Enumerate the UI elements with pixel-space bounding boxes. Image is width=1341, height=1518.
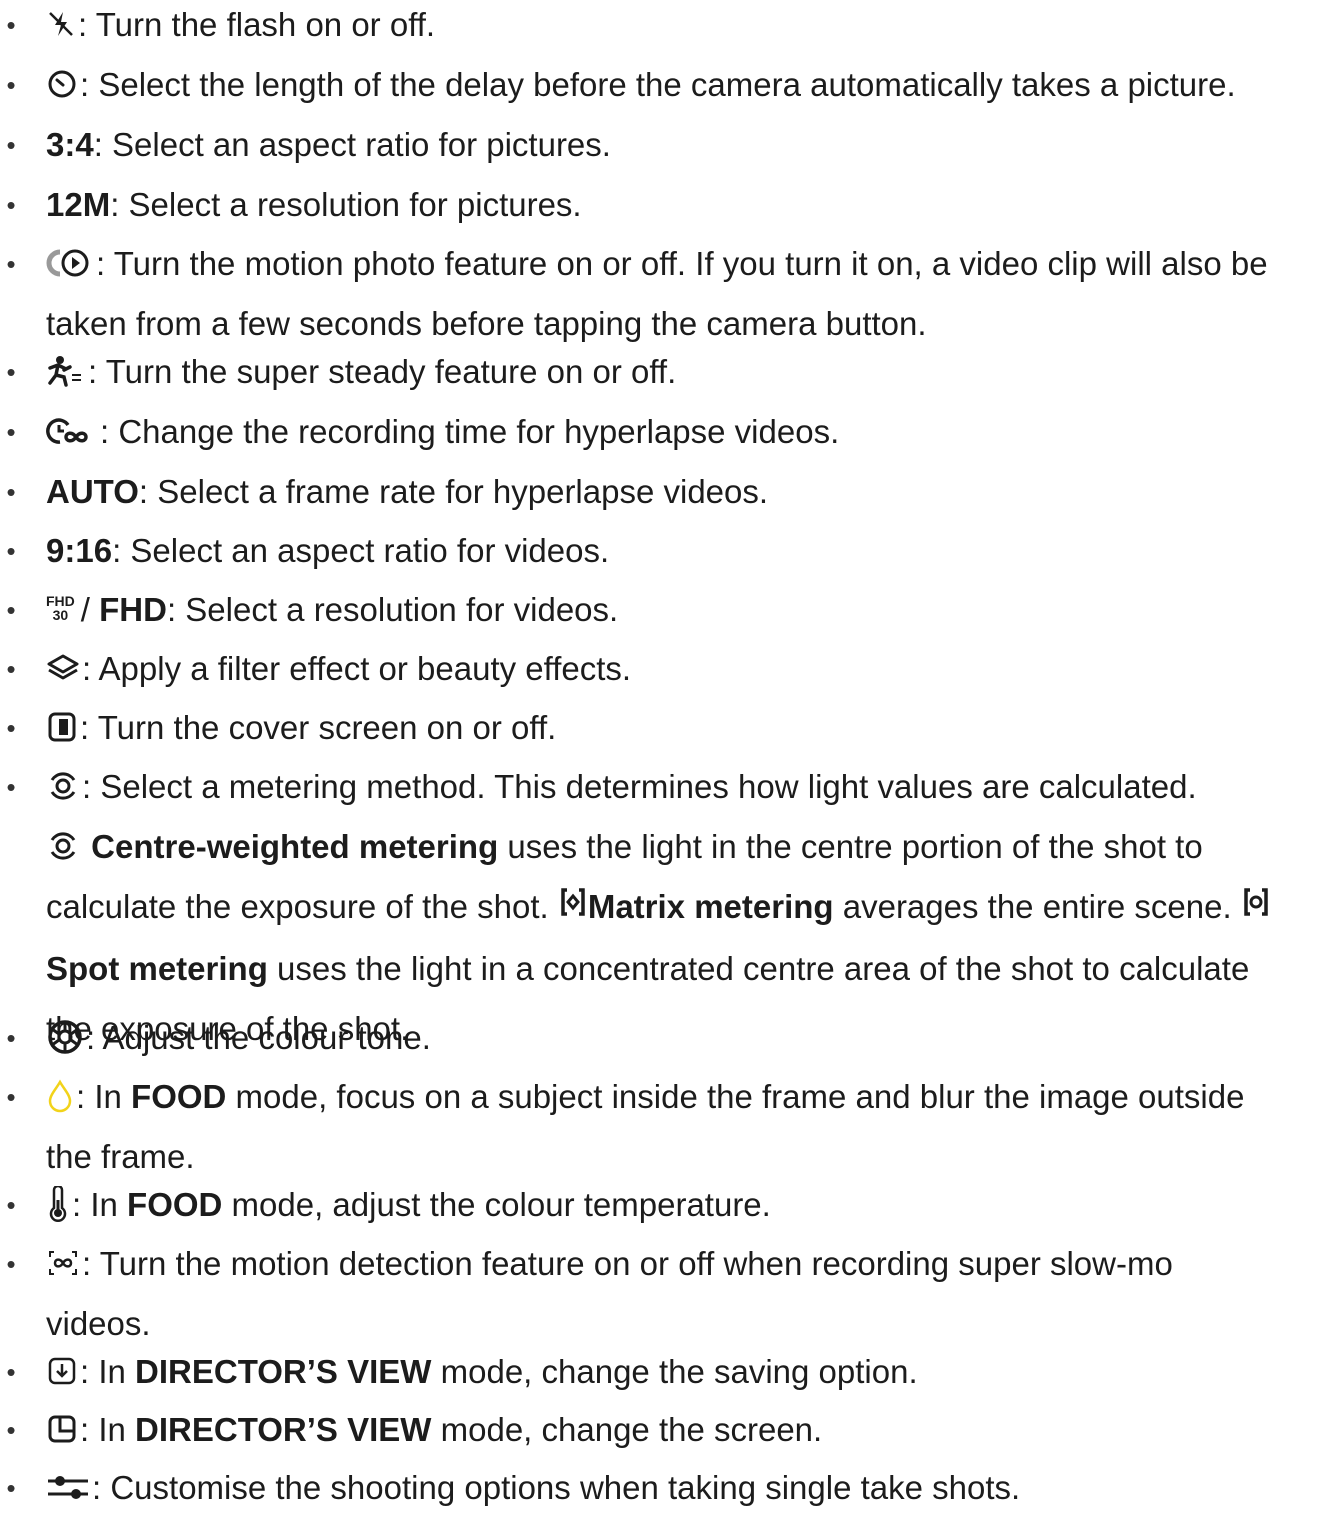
option-label: AUTO <box>46 473 139 510</box>
option-label: FHD <box>99 591 167 628</box>
mode-label: DIRECTOR’S VIEW <box>135 1411 432 1448</box>
item-text-continued: the frame. <box>46 1138 195 1175</box>
motion-photo-icon <box>46 247 94 279</box>
filter-icon <box>46 652 80 684</box>
spot-metering-label: Spot metering <box>46 950 268 988</box>
item-text: mode, change the screen. <box>440 1411 823 1448</box>
bullet: • <box>6 249 16 279</box>
super-steady-icon <box>46 355 86 388</box>
item-text: : Select an aspect ratio for pictures. <box>93 126 611 163</box>
item-text: : Select the length of the delay before … <box>80 66 1236 103</box>
shooting-options-icon <box>46 1472 90 1502</box>
separator: / <box>80 591 90 628</box>
option-label: 9:16 <box>46 532 113 569</box>
centre-weighted-text: uses the light in the centre portion of … <box>507 828 1203 865</box>
item-text-prefix: : In <box>76 1078 122 1115</box>
bullet: • <box>6 1082 16 1112</box>
item-text: : Change the recording time for hyperlap… <box>100 413 840 450</box>
cover-screen-icon <box>46 711 78 743</box>
bullet: • <box>6 1357 16 1387</box>
item-text-prefix: : In <box>80 1353 126 1390</box>
item-text: : Select a frame rate for hyperlapse vid… <box>138 473 769 510</box>
bullet: • <box>6 190 16 220</box>
timer-icon <box>46 68 78 100</box>
item-text: : Select a metering method. This determi… <box>82 768 1197 805</box>
flash-icon <box>46 9 76 39</box>
bullet: • <box>6 10 16 40</box>
bullet: • <box>6 1415 16 1445</box>
temperature-icon <box>46 1186 70 1223</box>
fhd-icon-bottom: 30 <box>52 607 69 624</box>
item-text: : Adjust the colour tone. <box>86 1019 431 1056</box>
bullet: • <box>6 130 16 160</box>
item-text: : Turn the flash on or off. <box>78 6 436 43</box>
bullet: • <box>6 1249 16 1279</box>
item-text: : Turn the motion photo feature on or of… <box>96 245 1268 282</box>
bullet: • <box>6 595 16 625</box>
option-label: 12M <box>46 186 111 223</box>
matrix-metering-icon <box>560 876 586 936</box>
spot-metering-icon <box>1243 876 1269 936</box>
item-text-prefix: : In <box>80 1411 126 1448</box>
motion-detection-icon <box>46 1248 80 1278</box>
bullet: • <box>6 772 16 802</box>
item-text: : Select a resolution for pictures. <box>110 186 582 223</box>
hyperlapse-time-icon <box>46 415 98 447</box>
item-text: : Customise the shooting options when ta… <box>92 1469 1021 1506</box>
centre-weighted-metering-icon <box>46 830 80 862</box>
option-label: 3:4 <box>46 126 94 163</box>
matrix-metering-text: averages the entire scene. <box>842 888 1232 925</box>
saving-option-icon <box>46 1355 78 1387</box>
item-text: mode, change the saving option. <box>440 1353 918 1390</box>
screen-layout-icon <box>46 1413 78 1445</box>
item-text: : Select a resolution for videos. <box>166 591 619 628</box>
bullet: • <box>6 1023 16 1053</box>
item-text-continued: taken from a few seconds before tapping … <box>46 305 927 342</box>
colour-tone-icon <box>46 1019 84 1055</box>
item-text-continued: videos. <box>46 1305 151 1342</box>
bullet: • <box>6 477 16 507</box>
item-text: mode, adjust the colour temperature. <box>231 1186 771 1223</box>
bullet: • <box>6 536 16 566</box>
item-text-prefix: : In <box>72 1186 118 1223</box>
fhd-30-icon: FHD 30 <box>46 594 75 622</box>
item-text: : Select an aspect ratio for videos. <box>112 532 610 569</box>
bullet: • <box>6 654 16 684</box>
food-focus-icon <box>46 1079 74 1113</box>
bullet: • <box>6 70 16 100</box>
bullet: • <box>6 713 16 743</box>
bullet: • <box>6 1473 16 1503</box>
bullet: • <box>6 417 16 447</box>
mode-label: FOOD <box>131 1078 227 1115</box>
bullet: • <box>6 1190 16 1220</box>
centre-weighted-label: Centre-weighted metering <box>91 828 499 865</box>
spot-metering-text: uses the light in a concentrated centre … <box>277 950 1250 988</box>
item-text: : Apply a filter effect or beauty effect… <box>82 650 632 687</box>
mode-label: FOOD <box>127 1186 223 1223</box>
metering-text-line3: calculate the exposure of the shot. <box>46 888 549 925</box>
item-text: : Turn the motion detection feature on o… <box>82 1245 1173 1282</box>
mode-label: DIRECTOR’S VIEW <box>135 1353 432 1390</box>
bullet: • <box>6 357 16 387</box>
metering-icon <box>46 770 80 802</box>
matrix-metering-label: Matrix metering <box>587 888 834 925</box>
item-text: : Turn the super steady feature on or of… <box>88 353 677 390</box>
item-text: : Turn the cover screen on or off. <box>80 709 557 746</box>
item-text: mode, focus on a subject inside the fram… <box>235 1078 1245 1115</box>
